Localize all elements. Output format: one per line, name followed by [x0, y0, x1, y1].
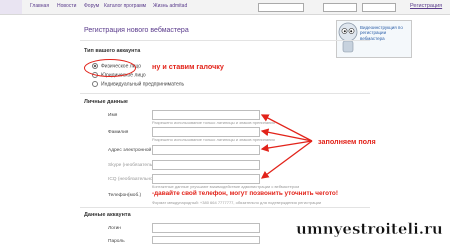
password-field[interactable] [152, 236, 260, 244]
login-field[interactable] [152, 223, 260, 233]
login-label: Логин [108, 226, 121, 231]
page: Главная Новости Форум Каталог программ Ж… [0, 0, 450, 246]
divider [80, 207, 370, 208]
annotation-fields-note: заполняем поля [318, 137, 376, 146]
password-label: Пароль [108, 239, 125, 244]
account-data-heading: Данные аккаунта [84, 212, 131, 218]
site-watermark: umnyestroiteli.ru [296, 220, 443, 238]
annotation-arrows [260, 114, 313, 179]
